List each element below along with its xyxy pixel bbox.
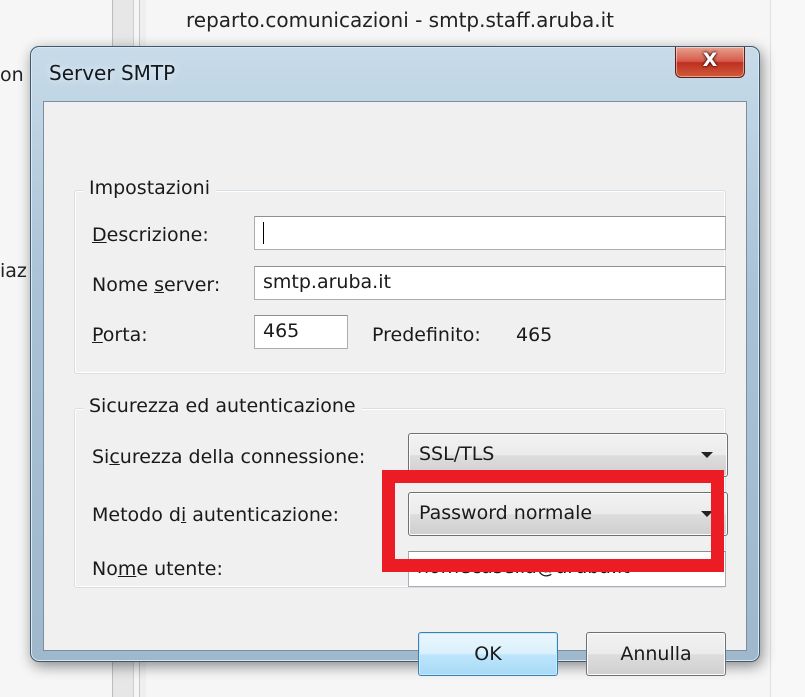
background-right-panel	[770, 0, 805, 697]
text-caret	[263, 221, 264, 244]
connection-security-value: SSL/TLS	[419, 443, 495, 465]
close-button[interactable]: X	[675, 47, 745, 78]
username-label: Nome utente:	[92, 558, 223, 580]
username-input[interactable]: nomecasella@aruba.it	[408, 551, 726, 587]
auth-method-value: Password normale	[419, 502, 593, 524]
server-name-input[interactable]: smtp.aruba.it	[254, 266, 726, 300]
background-left-text-2: iaz	[0, 260, 27, 282]
smtp-server-dialog: Server SMTP X Impostazioni Descrizione: …	[30, 46, 760, 676]
ok-button[interactable]: OK	[418, 632, 558, 676]
dialog-title: Server SMTP	[49, 61, 176, 85]
auth-method-label: Metodo di autenticazione:	[92, 504, 339, 526]
server-name-label: Nome server:	[92, 274, 221, 296]
chevron-down-icon	[701, 511, 713, 517]
default-port-value: 465	[516, 324, 553, 346]
connection-security-dropdown[interactable]: SSL/TLS	[408, 433, 728, 477]
security-group-legend: Sicurezza ed autenticazione	[83, 395, 362, 417]
background-window-title: reparto.comunicazioni - smtp.staff.aruba…	[186, 8, 614, 32]
background-left-text-1: on	[0, 64, 24, 86]
connection-security-label: Sicurezza della connessione:	[92, 446, 366, 468]
chevron-down-icon	[701, 452, 713, 458]
dialog-client-area: Impostazioni Descrizione: Nome server: s…	[43, 101, 747, 676]
auth-method-dropdown[interactable]: Password normale	[408, 492, 728, 536]
cancel-button[interactable]: Annulla	[586, 632, 726, 676]
default-port-label: Predefinito:	[372, 324, 481, 346]
port-input[interactable]: 465	[254, 315, 348, 349]
port-label: Porta:	[92, 324, 148, 346]
close-icon: X	[702, 49, 718, 71]
description-input[interactable]	[254, 216, 726, 250]
settings-group-legend: Impostazioni	[83, 177, 216, 199]
description-label: Descrizione:	[92, 224, 209, 246]
